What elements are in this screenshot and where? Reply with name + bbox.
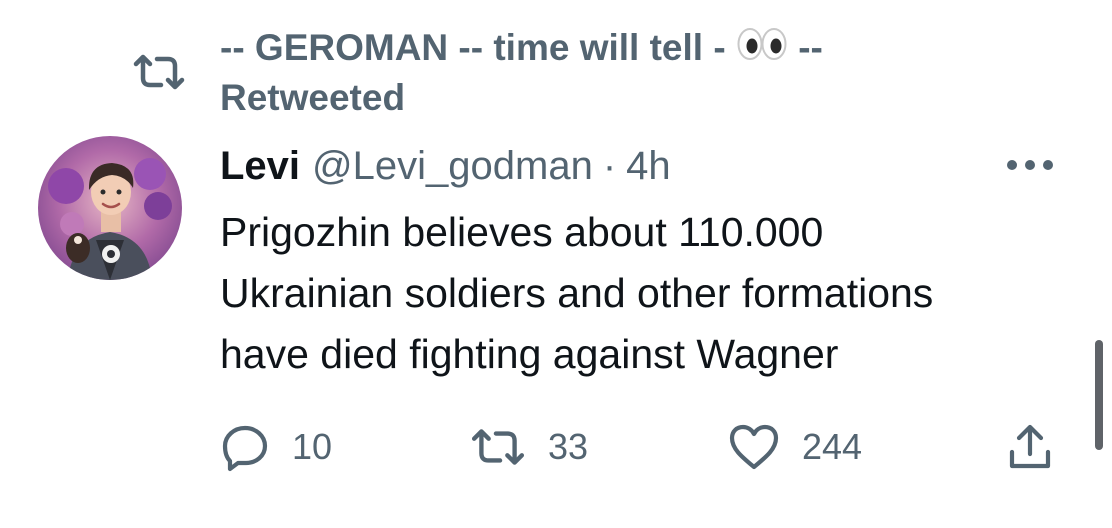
scrollbar[interactable] — [1095, 340, 1103, 450]
avatar[interactable] — [38, 136, 182, 280]
author-handle[interactable]: @Levi_godman — [312, 144, 593, 189]
retweet-header-icon — [133, 54, 185, 90]
tweet-author-row: Levi @Levi_godman · 4h — [220, 140, 671, 192]
heart-icon — [729, 424, 779, 470]
reply-icon — [222, 425, 268, 472]
like-button[interactable]: 244 — [728, 420, 862, 474]
like-count: 244 — [802, 426, 863, 467]
share-button[interactable] — [1006, 420, 1054, 474]
tweet-timestamp[interactable]: 4h — [626, 144, 671, 189]
tweet-text-line: Prigozhin believes about 110.000 — [220, 209, 824, 255]
tweet-text-line: have died fighting against Wagner — [220, 331, 839, 377]
retweeter-name[interactable]: -- GEROMAN -- time will tell - -- — [220, 24, 823, 75]
reply-button[interactable]: 10 — [220, 420, 332, 474]
eyes-emoji-icon — [736, 25, 788, 75]
retweet-count: 33 — [548, 426, 589, 467]
tweet-text-line: Ukrainian soldiers and other formations — [220, 270, 934, 316]
share-icon — [1009, 424, 1051, 469]
retweeter-name-text: -- GEROMAN -- time will tell - — [220, 27, 726, 68]
reply-count: 10 — [292, 426, 333, 467]
retweet-button[interactable]: 33 — [470, 420, 588, 474]
retweeter-name-suffix: -- — [798, 27, 823, 68]
retweeted-label: Retweeted — [220, 77, 406, 118]
separator-dot: · — [602, 143, 617, 188]
author-name[interactable]: Levi — [220, 144, 300, 189]
retweet-icon — [471, 429, 525, 465]
tweet-text: Prigozhin believes about 110.000 Ukraini… — [220, 202, 1080, 385]
more-options-icon[interactable] — [1004, 150, 1056, 180]
